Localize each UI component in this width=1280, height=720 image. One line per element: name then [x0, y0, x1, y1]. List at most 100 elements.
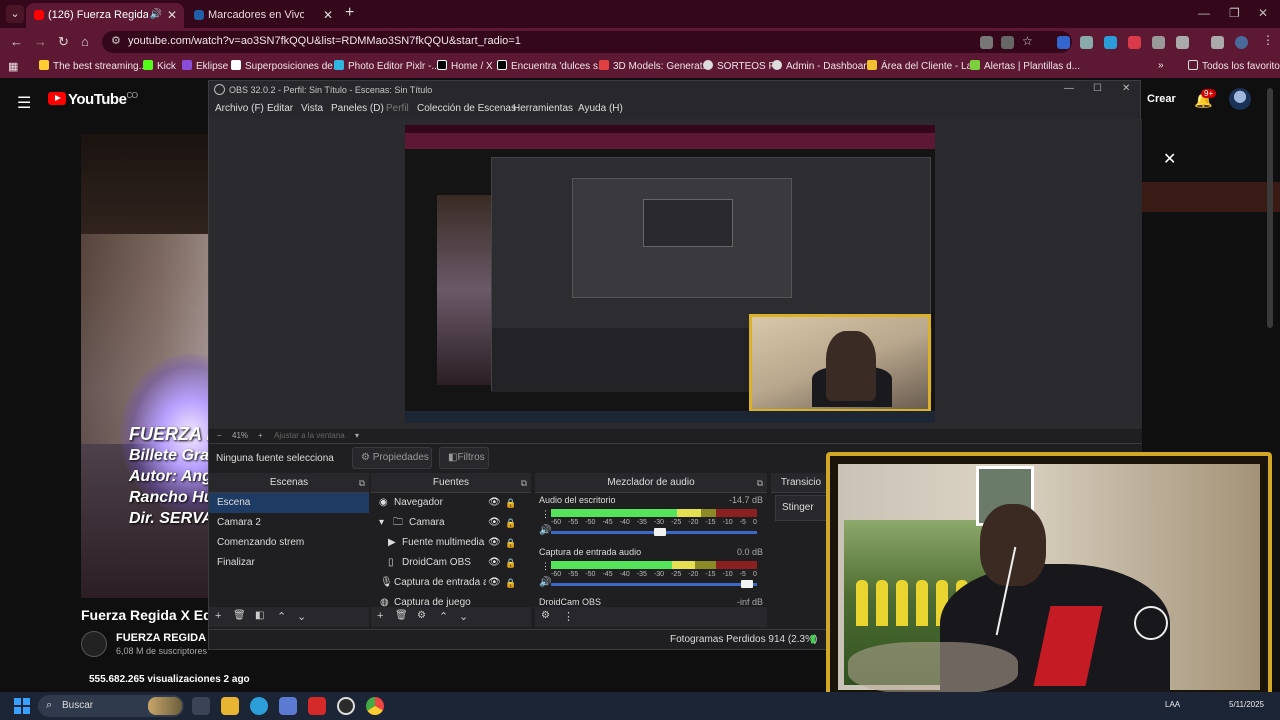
remove-scene-button[interactable]: 🗑	[233, 610, 246, 621]
extension-icon[interactable]	[1080, 36, 1093, 49]
minimize-icon[interactable]: —	[1198, 6, 1210, 20]
chrome-icon[interactable]	[366, 697, 384, 715]
scrollbar[interactable]	[1267, 88, 1273, 328]
extension-icon[interactable]	[1057, 36, 1070, 49]
taskbar-search[interactable]: ⌕ Buscar	[38, 695, 184, 717]
menu-archivo[interactable]: Archivo (F)	[215, 103, 264, 114]
close-tab-icon[interactable]: ✕	[323, 3, 333, 27]
close-tab-icon[interactable]: ✕	[167, 3, 177, 27]
menu-perfil[interactable]: Perfil	[386, 103, 409, 114]
bookmark-item[interactable]: Alertas | Plantillas d...	[970, 60, 1080, 72]
visibility-eye-icon[interactable]: 👁	[488, 573, 501, 593]
zoom-menu-icon[interactable]: ▾	[355, 431, 359, 440]
youtube-logo[interactable]: YouTubeCO	[48, 91, 138, 108]
browser-tab-youtube[interactable]: (126) Fuerza Regida X Edgar 🔊 ✕	[26, 3, 184, 28]
obs-preview-canvas[interactable]	[405, 125, 935, 423]
reload-icon[interactable]: ↻	[58, 34, 69, 50]
all-bookmarks-folder[interactable]: Todos los favoritos	[1188, 60, 1280, 72]
bookmark-item[interactable]: The best streaming...	[39, 60, 147, 72]
browser-tab-marcadores[interactable]: Marcadores en Vivo de Fútbol ✕	[186, 3, 340, 28]
maximize-icon[interactable]: ☐	[1093, 83, 1102, 94]
new-tab-button[interactable]: +	[345, 4, 354, 22]
adblock-icon[interactable]	[1128, 36, 1141, 49]
create-button[interactable]: Crear	[1147, 93, 1176, 105]
source-item[interactable]: ▯ DroidCam OBS 👁 🔒	[371, 553, 529, 573]
volume-slider-handle[interactable]	[740, 580, 753, 588]
channel-avatar[interactable]	[81, 631, 107, 657]
volume-slider-handle[interactable]	[654, 528, 667, 536]
preview-scrollbar[interactable]	[1129, 119, 1142, 429]
source-item[interactable]: ◍ Captura de juego	[371, 593, 529, 607]
extension-icon[interactable]	[1152, 36, 1165, 49]
edge-icon[interactable]	[250, 697, 268, 715]
move-up-button[interactable]: ⌃	[277, 610, 286, 623]
bookmark-item[interactable]: SORTEOS FA	[703, 60, 781, 72]
volume-slider[interactable]	[551, 528, 757, 536]
speaker-icon[interactable]: 🔊	[150, 3, 162, 27]
volume-slider[interactable]	[551, 580, 757, 588]
undock-icon[interactable]: ⧉	[757, 473, 763, 493]
bookmark-item[interactable]: Photo Editor Pixlr -...	[334, 60, 440, 72]
menu-ayuda[interactable]: Ayuda (H)	[578, 103, 623, 114]
close-window-icon[interactable]: ✕	[1122, 83, 1130, 94]
visibility-eye-icon[interactable]: 👁	[488, 553, 501, 573]
visibility-eye-icon[interactable]: 👁	[488, 513, 501, 533]
bookmark-item[interactable]: Home / X	[437, 60, 493, 72]
visibility-eye-icon[interactable]: 👁	[488, 493, 501, 513]
address-bar[interactable]: ⚙ youtube.com/watch?v=ao3SN7fkQQU&list=R…	[102, 31, 1072, 53]
mixer-menu-icon[interactable]: ⋮	[563, 610, 574, 623]
fit-to-window-button[interactable]: Ajustar a la ventana	[274, 431, 345, 440]
profile-avatar[interactable]	[1235, 36, 1248, 49]
mixer-menu-icon[interactable]: ⋮	[541, 561, 550, 572]
undock-icon[interactable]: ⧉	[359, 473, 365, 493]
filters-button[interactable]: ◧Filtros	[439, 447, 489, 469]
mixer-menu-icon[interactable]: ⋮	[541, 509, 550, 520]
lock-icon[interactable]: 🔒	[505, 493, 516, 513]
menu-vista[interactable]: Vista	[301, 103, 323, 114]
bookmark-item[interactable]: Área del Cliente - La...	[867, 60, 981, 72]
bookmark-item[interactable]: Encuentra 'dulces s...	[497, 60, 606, 72]
apps-grid-icon[interactable]: ▦	[8, 60, 18, 73]
bookmark-item[interactable]: Superposiciones de...	[231, 60, 341, 72]
clock-date[interactable]: 5/11/2025	[1229, 700, 1264, 709]
zoom-out-button[interactable]: −	[217, 431, 222, 440]
speaker-icon[interactable]: 🔊	[539, 577, 551, 588]
task-view-icon[interactable]	[192, 697, 210, 715]
lock-icon[interactable]: 🔒	[505, 533, 516, 553]
scene-item[interactable]: Comenzando strem	[209, 533, 369, 553]
menu-herramientas[interactable]: Herramientas	[513, 103, 573, 114]
source-item[interactable]: 🎙 Captura de entrada au 👁 🔒	[371, 573, 529, 593]
menu-icon[interactable]: ☰	[17, 93, 31, 113]
source-properties-button[interactable]: ⚙	[417, 610, 426, 621]
file-explorer-icon[interactable]	[221, 697, 239, 715]
source-item[interactable]: ◉ Navegador 👁 🔒	[371, 493, 529, 513]
language-indicator[interactable]: LAA	[1165, 700, 1180, 709]
home-icon[interactable]: ⌂	[81, 34, 89, 49]
close-icon[interactable]: ✕	[1163, 149, 1176, 169]
scene-item[interactable]: Escena	[209, 493, 369, 513]
add-scene-button[interactable]: +	[215, 610, 221, 622]
back-icon[interactable]: ←	[10, 34, 23, 49]
windows-start-icon[interactable]	[14, 698, 30, 714]
maximize-icon[interactable]: ❐	[1229, 6, 1240, 20]
tab-search-button[interactable]: ⌄	[6, 5, 24, 23]
obs-taskbar-icon[interactable]	[337, 697, 355, 715]
minimize-icon[interactable]: —	[1064, 83, 1074, 94]
menu-kebab-icon[interactable]: ⋮	[1262, 33, 1275, 47]
move-down-button[interactable]: ⌄	[297, 610, 306, 623]
scene-item[interactable]: Camara 2	[209, 513, 369, 533]
move-up-button[interactable]: ⌃	[439, 610, 448, 623]
bookmark-item[interactable]: Admin - Dashboard	[772, 60, 872, 72]
app-icon[interactable]	[308, 697, 326, 715]
visibility-eye-icon[interactable]: 👁	[488, 533, 501, 553]
zoom-in-button[interactable]: +	[258, 431, 263, 440]
lock-icon[interactable]: 🔒	[505, 573, 516, 593]
lock-icon[interactable]: 🔒	[505, 513, 516, 533]
bookmark-star-icon[interactable]: ☆	[1022, 34, 1035, 48]
reading-list-icon[interactable]	[1211, 36, 1224, 49]
forward-icon[interactable]: →	[34, 34, 47, 49]
remove-source-button[interactable]: 🗑	[395, 610, 408, 621]
more-bookmarks-icon[interactable]: »	[1158, 60, 1164, 71]
advanced-audio-gear-icon[interactable]: ⚙	[541, 610, 550, 621]
expand-arrow-icon[interactable]: ▾	[379, 513, 384, 533]
